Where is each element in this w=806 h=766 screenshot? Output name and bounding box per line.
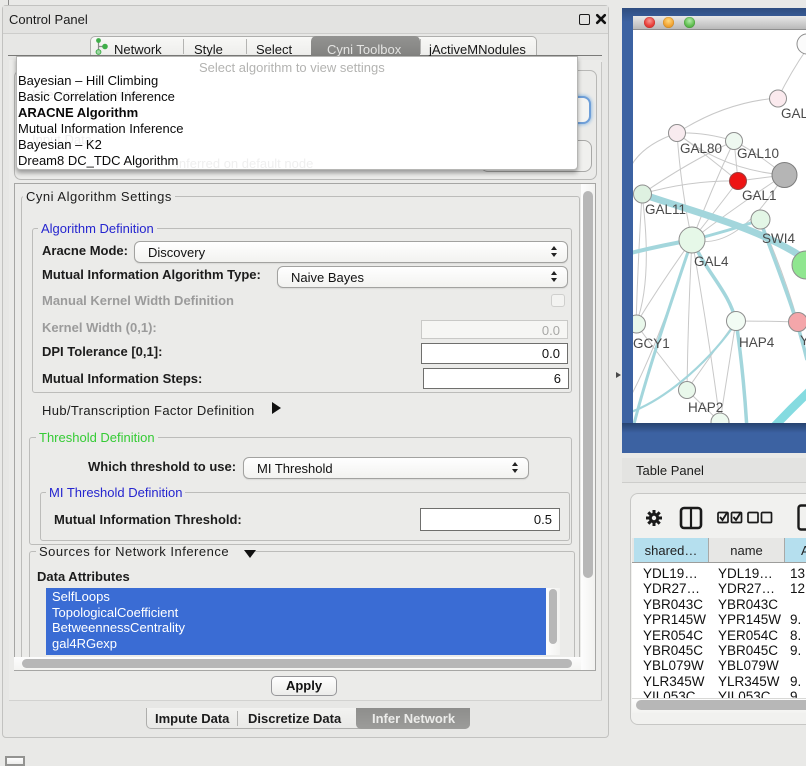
svg-text:HAP4: HAP4 <box>739 335 775 350</box>
svg-text:GAL11: GAL11 <box>645 202 686 217</box>
svg-text:SWI4: SWI4 <box>762 231 795 246</box>
svg-text:GAL4: GAL4 <box>694 254 729 269</box>
svg-text:GAL1: GAL1 <box>742 188 777 203</box>
svg-text:Y: Y <box>800 333 806 348</box>
svg-text:GAL80: GAL80 <box>680 141 722 156</box>
svg-text:GCY1: GCY1 <box>633 336 670 351</box>
svg-text:GAL10: GAL10 <box>737 146 779 161</box>
svg-text:GAL: GAL <box>781 106 806 121</box>
svg-text:HAP2: HAP2 <box>688 400 723 415</box>
